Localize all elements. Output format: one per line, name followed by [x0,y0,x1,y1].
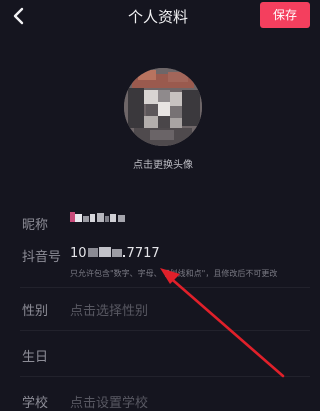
back-chevron-icon[interactable] [8,5,30,27]
nickname-value-redacted[interactable] [70,211,128,223]
douyin-id-hint: 只允许包含"数字、字母、下划线和点"，且修改后不可更改 [70,269,278,278]
douyin-id-redacted [87,247,125,257]
douyin-id-prefix: 10 [70,246,87,261]
divider [20,330,310,331]
save-button[interactable]: 保存 [260,2,310,28]
douyin-id-suffix: 7717 [126,246,160,261]
gender-label: 性别 [22,304,49,319]
change-avatar-link[interactable]: 点击更换头像 [0,156,320,171]
school-label: 学校 [22,396,49,411]
divider [20,287,310,288]
gender-select[interactable]: 点击选择性别 [70,300,148,319]
school-input[interactable]: 点击设置学校 [70,392,148,411]
birthday-picker[interactable] [70,346,300,364]
douyin-id-label: 抖音号 [22,250,62,265]
nickname-label: 昵称 [22,218,49,233]
birthday-label: 生日 [22,350,49,365]
avatar[interactable] [124,68,202,146]
divider [20,376,310,377]
douyin-id-value[interactable]: 10 7717 [70,246,160,261]
top-bar: 个人资料 保存 [0,0,316,34]
